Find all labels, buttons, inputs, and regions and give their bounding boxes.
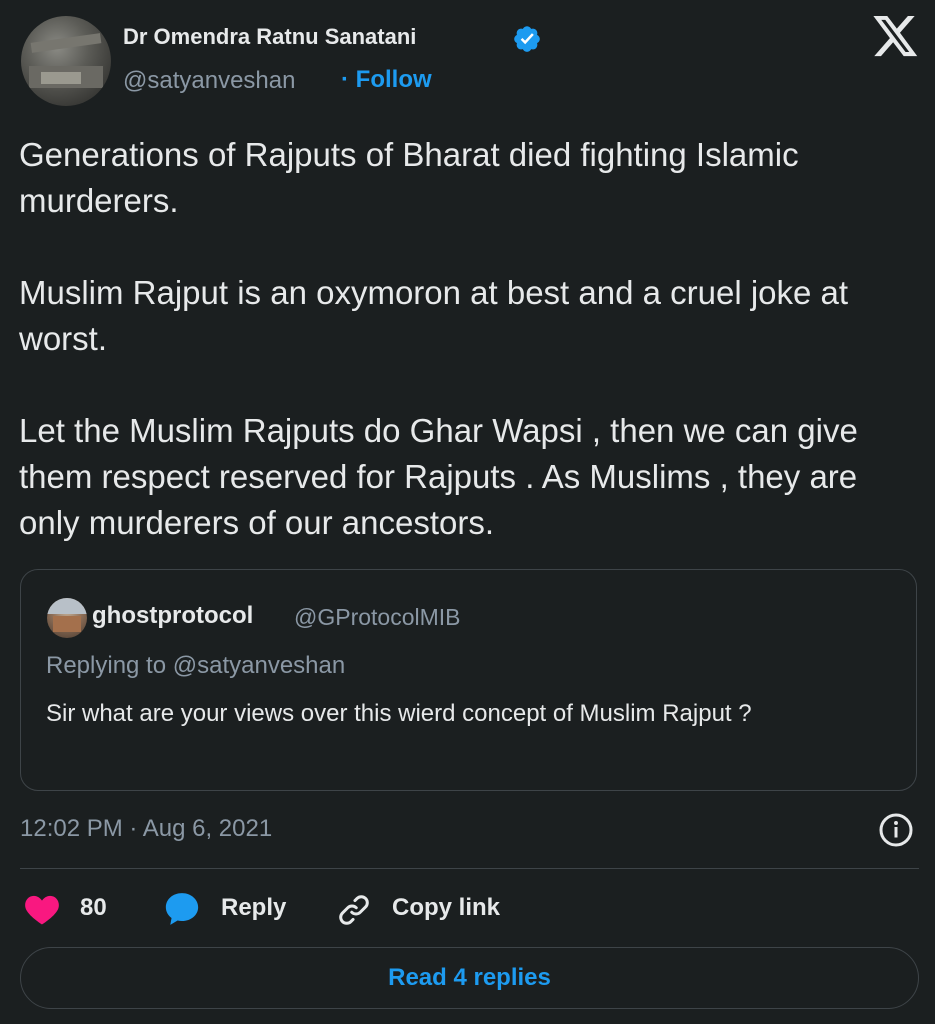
quoted-author-handle: @GProtocolMIB	[294, 604, 461, 630]
heart-icon[interactable]	[24, 893, 60, 925]
quoted-tweet-card[interactable]: ghostprotocol @GProtocolMIB Replying to …	[20, 569, 917, 791]
reply-bubble-icon[interactable]	[163, 890, 201, 928]
quoted-replying-to: Replying to @satyanveshan	[46, 652, 346, 679]
x-logo-icon[interactable]	[873, 16, 919, 58]
reply-button[interactable]: Reply	[221, 894, 286, 922]
divider	[20, 868, 919, 869]
tweet-paragraph: Muslim Rajput is an oxymoron at best and…	[19, 274, 849, 357]
quoted-tweet-text: Sir what are your views over this wierd …	[46, 700, 752, 727]
quoted-author-name: ghostprotocol	[92, 602, 254, 629]
link-icon[interactable]	[336, 892, 372, 928]
author-name[interactable]: Dr Omendra Ratnu Sanatani	[123, 24, 416, 50]
tweet-paragraph: Let the Muslim Rajputs do Ghar Wapsi , t…	[19, 412, 858, 541]
author-avatar[interactable]	[21, 16, 111, 106]
tweet-timestamp[interactable]: 12:02 PM · Aug 6, 2021	[20, 815, 272, 843]
copy-link-button[interactable]: Copy link	[392, 894, 500, 922]
tweet-paragraph: Generations of Rajputs of Bharat died fi…	[19, 136, 799, 219]
read-replies-button[interactable]: Read 4 replies	[20, 947, 919, 1009]
verified-badge-icon	[514, 26, 540, 52]
info-icon[interactable]	[878, 812, 914, 848]
tweet-text: Generations of Rajputs of Bharat died fi…	[19, 132, 919, 546]
quoted-author-avatar	[47, 598, 87, 638]
like-count[interactable]: 80	[80, 894, 107, 922]
author-handle[interactable]: @satyanveshan	[123, 67, 295, 95]
follow-button[interactable]: · Follow	[341, 66, 432, 94]
